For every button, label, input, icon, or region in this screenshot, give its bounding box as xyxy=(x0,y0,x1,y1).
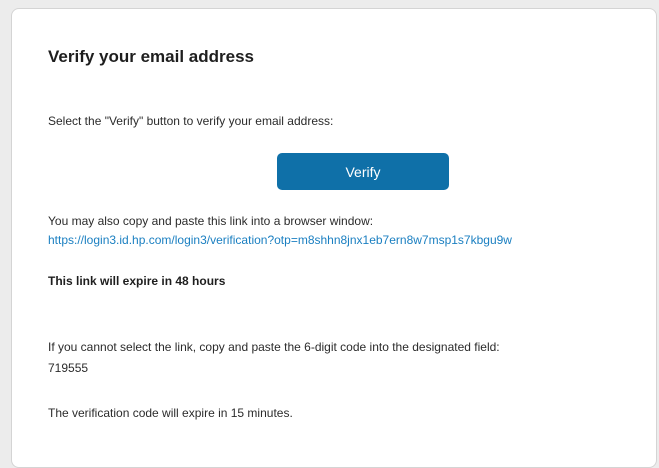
copy-link-instruction: You may also copy and paste this link in… xyxy=(48,214,374,228)
verification-code: 719555 xyxy=(48,361,89,375)
verify-button[interactable]: Verify xyxy=(277,153,449,190)
email-card: Verify your email address Select the "Ve… xyxy=(11,8,657,468)
email-title: Verify your email address xyxy=(48,47,254,66)
code-instruction: If you cannot select the link, copy and … xyxy=(48,340,500,354)
link-expiry-notice: This link will expire in 48 hours xyxy=(48,274,226,288)
code-expiry-notice: The verification code will expire in 15 … xyxy=(48,406,293,420)
verify-instruction: Select the "Verify" button to verify you… xyxy=(48,114,334,128)
verification-link[interactable]: https://login3.id.hp.com/login3/verifica… xyxy=(48,233,512,247)
